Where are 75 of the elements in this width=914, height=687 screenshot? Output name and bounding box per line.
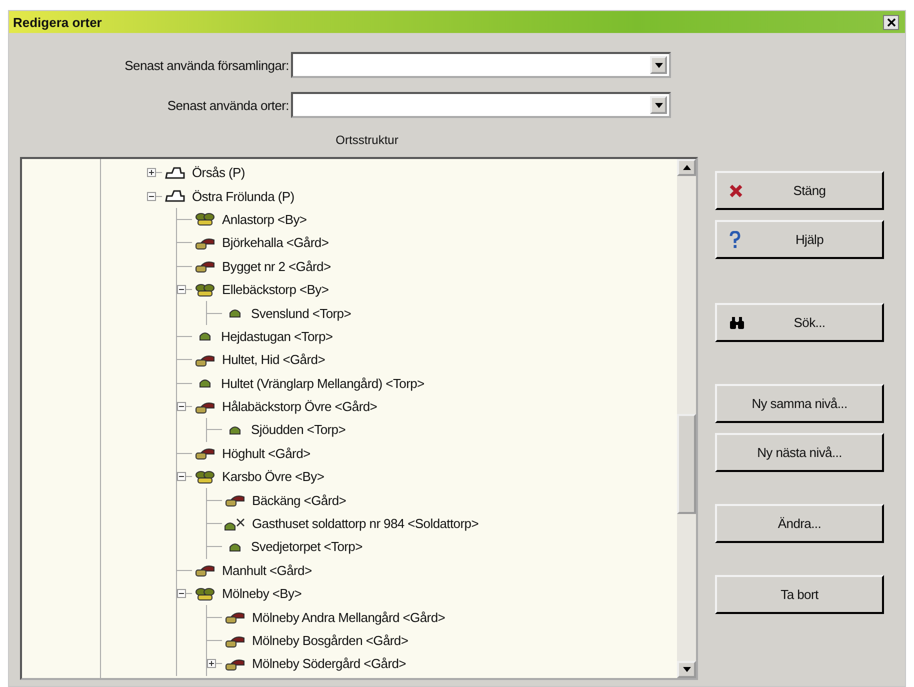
dropdown-field[interactable] (291, 92, 671, 118)
tree-item[interactable]: Karsbo Övre <By> (222, 469, 324, 484)
tree-item[interactable]: Höghult <Gård> (222, 446, 310, 461)
houses-cluster-icon (194, 586, 216, 601)
close-icon[interactable] (886, 18, 896, 26)
collapse-toggle[interactable] (177, 472, 186, 482)
tree-item[interactable]: Örsås (P) (192, 165, 245, 180)
close-button[interactable] (883, 14, 899, 30)
scrollbar[interactable] (677, 159, 696, 678)
window-title: Redigera orter (13, 14, 102, 30)
tree-item[interactable]: Anlastorp <By> (222, 212, 307, 227)
expand-toggle[interactable] (147, 168, 156, 178)
action-button[interactable]: Ny samma nivå... (715, 384, 884, 423)
farmhouse-icon (224, 656, 246, 671)
collapse-toggle[interactable] (177, 589, 186, 598)
action-button[interactable]: Ny nästa nivå... (715, 433, 884, 472)
tree-item[interactable]: Mölneby Södergård <Gård> (252, 656, 406, 672)
field-label: Senast använda församlingar: (124, 58, 290, 72)
collapse-toggle[interactable] (177, 285, 186, 294)
action-button[interactable]: Ta bort (715, 575, 884, 614)
farmhouse-icon (194, 259, 216, 274)
houses-cluster-icon (194, 212, 216, 226)
tree-item[interactable]: Hultet, Hid <Gård> (222, 352, 325, 368)
scroll-thumb[interactable] (677, 414, 696, 514)
expand-toggle[interactable] (207, 659, 216, 668)
scroll-up-icon[interactable] (682, 165, 690, 170)
tree-item[interactable]: Mölneby <By> (222, 586, 302, 602)
close-icon (729, 184, 743, 198)
tree-item[interactable]: Östra Frölunda (P) (192, 188, 294, 204)
action-button[interactable]: Ändra... (715, 504, 884, 543)
tree-heading: Ortsstruktur (334, 133, 400, 149)
collapse-toggle[interactable] (147, 192, 156, 201)
tree-item[interactable]: Mölneby Andra Mellangård <Gård> (252, 610, 446, 625)
action-button[interactable]: Hjälp (715, 220, 884, 259)
tree-item[interactable]: Hejdastugan <Torp> (221, 328, 333, 344)
scroll-down-icon[interactable] (682, 667, 690, 672)
farmhouse-icon (194, 352, 216, 367)
tree-item[interactable]: Svenslund <Torp> (251, 306, 351, 321)
tree-item[interactable]: Sjöudden <Torp> (251, 422, 346, 438)
tree-item[interactable]: Hultet (Vränglarp Mellangård) <Torp> (221, 376, 424, 391)
farmhouse-icon (224, 610, 246, 624)
tree-item[interactable]: Hålabäckstorp Övre <Gård> (222, 399, 378, 414)
tree-item[interactable]: Manhult <Gård> (222, 562, 312, 578)
farmhouse-icon (224, 634, 246, 648)
dropdown-arrow-icon[interactable] (654, 102, 662, 108)
tree-item[interactable]: Bäckäng <Gård> (252, 492, 346, 508)
farmhouse-icon (194, 236, 216, 250)
tree-item[interactable]: Ellebäckstorp <By> (222, 282, 329, 298)
binoculars-icon (729, 316, 745, 330)
tree-item[interactable]: Mölneby Bosgården <Gård> (252, 633, 408, 648)
dropdown-arrow-icon[interactable] (654, 62, 662, 68)
farmhouse-icon (194, 563, 216, 578)
house-outline-icon (164, 166, 186, 180)
cottage-icon (229, 424, 241, 435)
collapse-toggle[interactable] (177, 402, 186, 412)
action-button[interactable]: Sök... (715, 303, 884, 342)
farmhouse-icon (194, 400, 216, 414)
cottage-icon (229, 308, 241, 318)
cottage-icon (229, 542, 241, 552)
houses-cluster-icon (194, 282, 216, 297)
tree-item[interactable]: Svedjetorpet <Torp> (251, 539, 362, 554)
help-icon (729, 230, 741, 248)
dropdown-field[interactable] (291, 52, 671, 78)
cottage-crossed-swords-icon (224, 516, 246, 531)
action-button[interactable]: Stäng (715, 171, 884, 210)
houses-cluster-icon (194, 470, 216, 484)
farmhouse-icon (194, 446, 216, 460)
house-outline-icon (164, 189, 186, 204)
farmhouse-icon (224, 493, 246, 508)
field-label: Senast använda orter: (166, 98, 290, 112)
cottage-icon (199, 331, 211, 342)
cottage-icon (199, 378, 211, 388)
tree-item[interactable]: Björkehalla <Gård> (222, 235, 329, 250)
tree-item[interactable]: Gasthuset soldattorp nr 984 <Soldattorp> (252, 516, 478, 532)
tree-item[interactable]: Bygget nr 2 <Gård> (222, 258, 331, 274)
